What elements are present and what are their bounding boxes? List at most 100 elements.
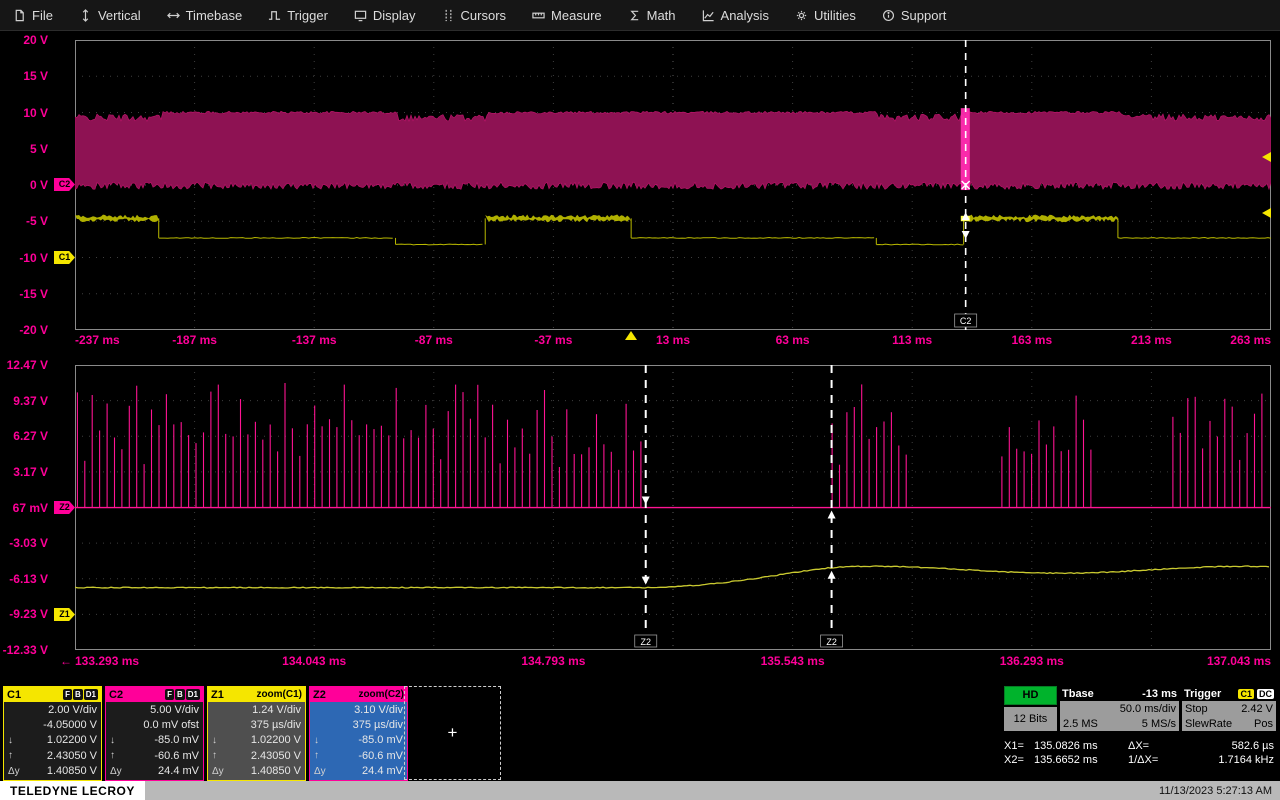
trace-label: C2 (109, 689, 123, 701)
descriptor-line: 3.10 V/div (310, 702, 407, 717)
utilities-icon (795, 9, 808, 22)
trace-descriptor-z1[interactable]: Z1zoom(C1)1.24 V/div375 µs/div↓1.02200 V… (207, 686, 306, 781)
menu-item-utilities[interactable]: Utilities (782, 0, 869, 30)
channel-tag-z2[interactable]: Z2 (54, 501, 75, 514)
line-value: 2.43050 V (251, 750, 301, 762)
tbase-samples: 2.5 MS (1063, 718, 1098, 730)
menu-item-analysis[interactable]: Analysis (689, 0, 782, 30)
trigger-source-badge: C1 (1238, 689, 1254, 699)
datetime-label: 11/13/2023 5:27:13 AM (1159, 785, 1280, 797)
channel-tag-c1[interactable]: C1 (54, 251, 75, 264)
descriptor-line: 375 µs/div (310, 717, 407, 732)
x-axis-label: 135.543 ms (761, 654, 825, 668)
menu-item-trigger[interactable]: Trigger (255, 0, 341, 30)
main-grid-plot[interactable]: C2 (75, 40, 1271, 330)
descriptor-line: 375 µs/div (208, 717, 305, 732)
x-axis-label: -137 ms (292, 333, 337, 347)
zoom-grid[interactable]: Z2Z2 (75, 365, 1271, 650)
adc-bits-box[interactable]: 12 Bits (1004, 707, 1057, 731)
trigger-descriptor[interactable]: Trigger C1 DC Stop 2.42 V SlewRate Pos (1182, 686, 1276, 731)
menu-item-math[interactable]: Math (615, 0, 689, 30)
x-axis-label: 113 ms (892, 333, 932, 347)
trigger-position-marker[interactable] (625, 331, 637, 340)
line-prefix: ↑ (212, 750, 217, 761)
trace-descriptor-header: Z1zoom(C1) (208, 687, 305, 702)
line-value: 2.43050 V (47, 750, 97, 762)
zoom-grid-y-axis: 12.47 V9.37 V6.27 V3.17 V67 mV-3.03 V-6.… (0, 365, 50, 650)
menu-item-label: Trigger (287, 8, 328, 23)
trace-descriptor-c1[interactable]: C1FBD12.00 V/div-4.05000 V↓1.02200 V↑2.4… (3, 686, 102, 781)
menu-item-cursors[interactable]: Cursors (429, 0, 520, 30)
menu-item-label: Math (647, 8, 676, 23)
trace-label: C1 (7, 689, 21, 701)
x-axis-label: -237 ms (75, 333, 120, 347)
timebase-descriptor[interactable]: Tbase -13 ms 50.0 ms/div 2.5 MS 5 MS/s (1060, 686, 1179, 731)
menu-item-measure[interactable]: Measure (519, 0, 615, 30)
menu-item-label: Utilities (814, 8, 856, 23)
descriptor-line: 2.00 V/div (4, 702, 101, 717)
hd-label: HD (1023, 689, 1039, 701)
badge-f: F (63, 689, 72, 700)
y-axis-label: 12.47 V (7, 358, 48, 372)
main-grid[interactable]: C2 (75, 40, 1271, 330)
tbase-scale: 50.0 ms/div (1120, 703, 1176, 715)
menu-item-label: Measure (551, 8, 602, 23)
zoom-grid-x-axis: 133.293 ms134.043 ms134.793 ms135.543 ms… (75, 653, 1271, 669)
trace-descriptor-header: C2FBD1 (106, 687, 203, 702)
descriptor-line: ↓-85.0 mV (310, 733, 407, 748)
y-axis-label: -5 V (26, 214, 48, 228)
trace-descriptor-c2[interactable]: C2FBD15.00 V/div0.0 mV ofst↓-85.0 mV↑-60… (105, 686, 204, 781)
menu-item-label: Vertical (98, 8, 141, 23)
descriptor-line: ↑ 2.43050 V (208, 748, 305, 763)
vertical-icon (79, 9, 92, 22)
x-axis-label: 213 ms (1131, 333, 1172, 347)
line-prefix: Δy (314, 766, 326, 777)
descriptor-line: ↑-60.6 mV (310, 748, 407, 763)
timebase-icon (167, 9, 180, 22)
y-axis-label: -20 V (19, 323, 48, 337)
line-prefix: ↓ (110, 735, 115, 746)
line-value: 2.00 V/div (48, 704, 97, 716)
line-value: 24.4 mV (158, 765, 199, 777)
y-axis-label: 15 V (23, 69, 48, 83)
line-prefix: Δy (212, 766, 224, 777)
descriptor-line: ↓1.02200 V (4, 733, 101, 748)
descriptor-line: 0.0 mV ofst (106, 717, 203, 732)
add-trace-box[interactable]: + (404, 686, 501, 780)
x-axis-label: 137.043 ms (1207, 654, 1271, 668)
zoom-grid-plot[interactable]: Z2Z2 (75, 365, 1271, 650)
badge-f: F (165, 689, 174, 700)
line-prefix: ↑ (110, 750, 115, 761)
line-value: 5.00 V/div (150, 704, 199, 716)
menu-item-support[interactable]: Support (869, 0, 960, 30)
descriptor-line: ↑2.43050 V (4, 748, 101, 763)
x-axis-label: 133.293 ms (75, 654, 139, 668)
menu-item-file[interactable]: File (0, 0, 66, 30)
line-value: 1.40850 V (47, 765, 97, 777)
menu-item-timebase[interactable]: Timebase (154, 0, 256, 30)
channel-tag-z1[interactable]: Z1 (54, 608, 75, 621)
y-axis-label: -3.03 V (9, 536, 48, 550)
descriptor-line: Δy24.4 mV (310, 764, 407, 779)
line-value: 1.24 V/div (252, 704, 301, 716)
trace-c1 (876, 244, 963, 245)
menu-item-display[interactable]: Display (341, 0, 429, 30)
main-grid-x-axis: -237 ms-187 ms-137 ms-87 ms-37 ms13 ms63… (75, 332, 1271, 348)
invdx-label: 1/ΔX= (1128, 754, 1176, 766)
y-axis-label: 5 V (30, 142, 48, 156)
line-value: 0.0 mV ofst (143, 719, 199, 731)
descriptor-line: 1.24 V/div (208, 702, 305, 717)
channel-tag-c2[interactable]: C2 (54, 178, 75, 191)
line-value: -85.0 mV (358, 734, 403, 746)
descriptor-line: ↓-85.0 mV (106, 733, 203, 748)
menu-item-vertical[interactable]: Vertical (66, 0, 154, 30)
trace-descriptor-z2[interactable]: Z2zoom(C2)3.10 V/div375 µs/div↓-85.0 mV↑… (309, 686, 408, 781)
y-axis-label: -15 V (19, 287, 48, 301)
menu-item-label: File (32, 8, 53, 23)
y-axis-label: 6.27 V (13, 429, 48, 443)
y-axis-label: 20 V (23, 33, 48, 47)
hd-mode-badge[interactable]: HD (1004, 686, 1057, 705)
trace-zoom-source: zoom(C1) (256, 689, 302, 700)
y-axis-label: -12.33 V (3, 643, 48, 657)
trigger-mode: Stop (1185, 703, 1208, 715)
